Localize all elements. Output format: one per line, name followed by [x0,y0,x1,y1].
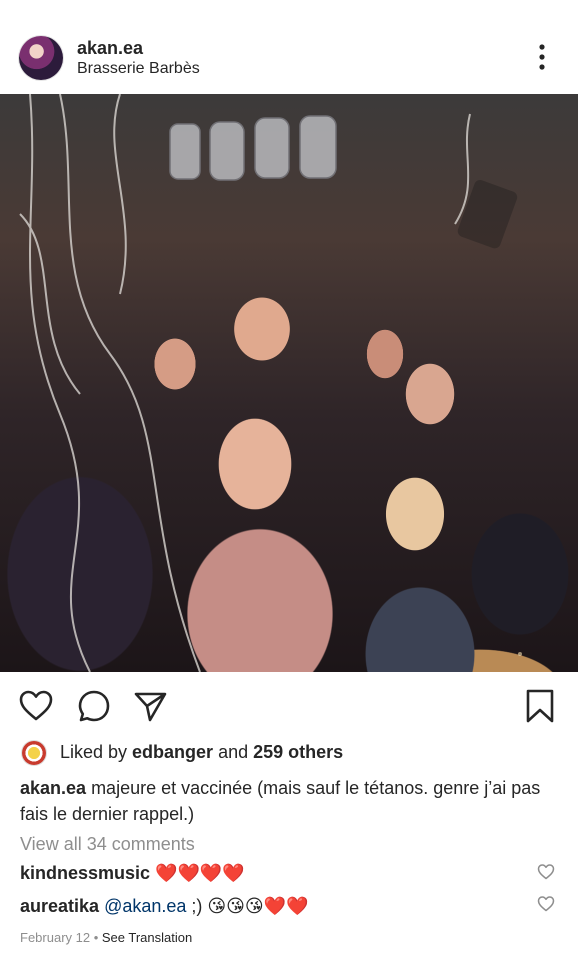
post-header: akan.ea Brasserie Barbès [0,28,578,88]
comment-text: ;) 😘😘😘❤️❤️ [186,896,309,916]
bookmark-icon[interactable] [522,688,558,724]
likes-prefix: Liked by [60,742,133,762]
post-caption: akan.ea majeure et vaccinée (mais sauf l… [20,775,568,827]
post-location[interactable]: Brasserie Barbès [77,60,200,78]
likes-and: and [213,742,254,762]
liker-avatar [22,741,46,765]
comment-item: aureatika @akan.ea ;) 😘😘😘❤️❤️ [20,896,540,917]
post-photo[interactable] [0,94,578,672]
liker-username[interactable]: edbanger [132,742,213,762]
likes-summary[interactable]: Liked by edbanger and 259 others [20,740,560,766]
status-area [0,0,578,12]
comment-mention[interactable]: @akan.ea [104,896,186,916]
author-avatar[interactable] [19,36,63,80]
comment-bubble-icon[interactable] [76,688,112,724]
caption-username[interactable]: akan.ea [20,778,86,798]
comment-text: ❤️❤️❤️❤️ [150,863,245,883]
photo-decor [19,94,522,672]
comment-like-heart-icon[interactable] [537,863,555,881]
post-actions [0,686,578,726]
comment-username[interactable]: kindnessmusic [20,863,150,883]
more-vertical-icon[interactable] [530,42,554,72]
heart-outline-icon[interactable] [18,688,54,724]
author-username[interactable]: akan.ea [77,38,143,59]
comment-item: kindnessmusic ❤️❤️❤️❤️ [20,863,540,884]
comment-like-heart-icon[interactable] [537,895,555,913]
paper-plane-icon[interactable] [132,688,168,724]
post-date: February 12 [20,930,91,945]
likes-text: Liked by edbanger and 259 others [60,742,343,763]
likes-others[interactable]: 259 others [253,742,343,762]
see-translation-link[interactable]: See Translation [102,930,192,945]
footer-separator: • [90,930,102,945]
view-all-comments-link[interactable]: View all 34 comments [20,834,195,855]
comment-username[interactable]: aureatika [20,896,99,916]
caption-text: majeure et vaccinée (mais sauf le tétano… [20,778,541,824]
post-footer: February 12 • See Translation [20,930,192,945]
